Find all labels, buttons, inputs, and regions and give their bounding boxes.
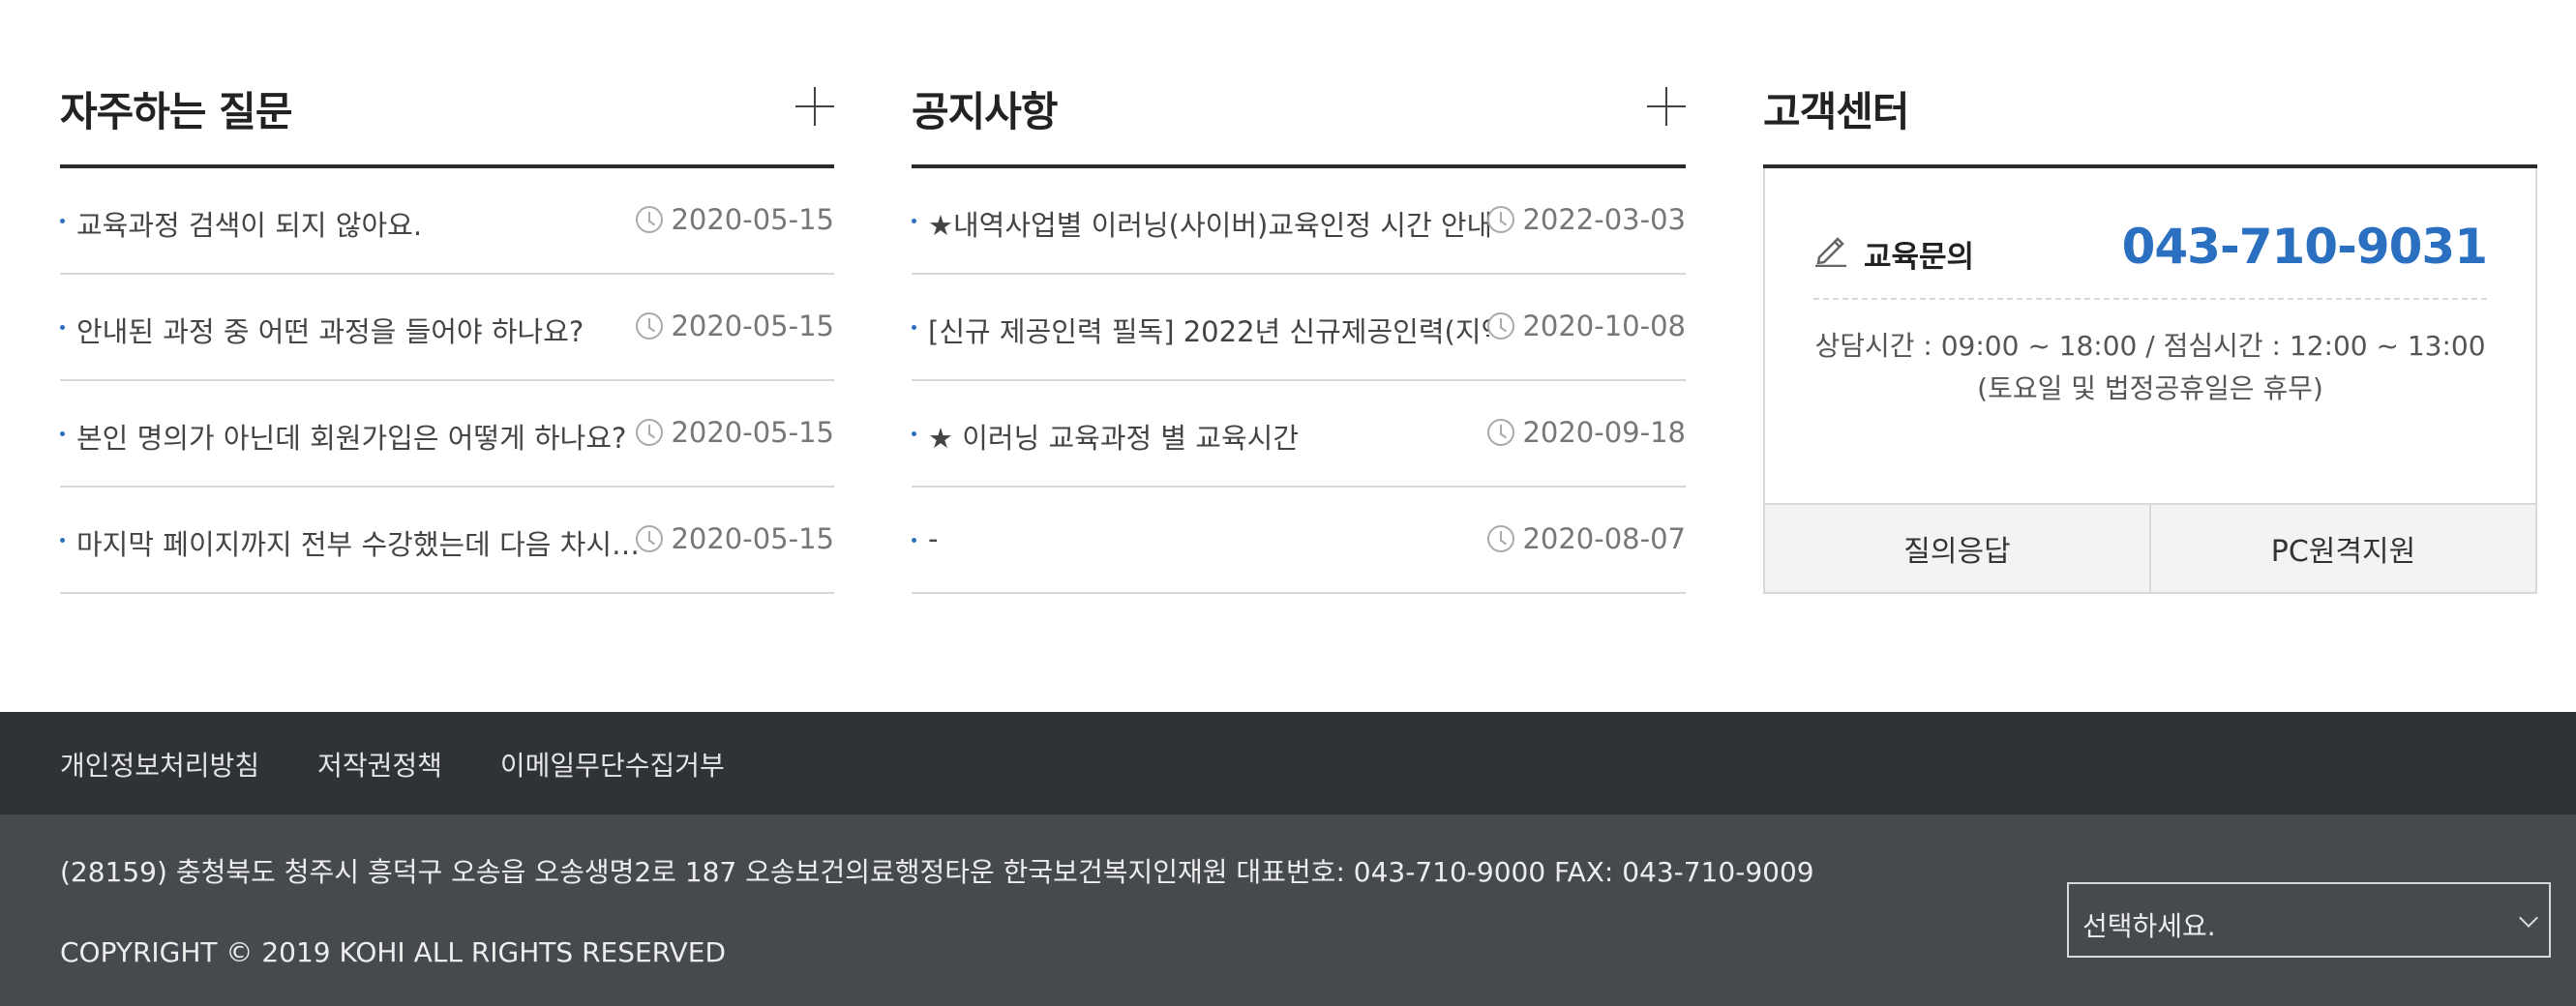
- clock-icon: [636, 206, 664, 233]
- notice-panel: 공지사항 ★내역사업별 이러닝(사이버)교육인정 시간 안내 2022-03-0…: [912, 68, 1686, 594]
- date-text: 2020-10-08: [1522, 310, 1686, 342]
- date-text: 2020-05-15: [671, 310, 834, 342]
- notice-list-item[interactable]: - 2020-08-07: [912, 488, 1686, 594]
- date-text: 2020-05-15: [671, 416, 834, 449]
- bullet-icon: [60, 538, 65, 543]
- footer-address: (28159) 충청북도 청주시 흥덕구 오송읍 오송생명2로 187 오송보건…: [60, 856, 1814, 888]
- clock-icon: [636, 419, 664, 446]
- notice-list-item[interactable]: [신규 제공인력 필독] 2022년 신규제공인력(지역사회서비스) 2020-…: [912, 275, 1686, 381]
- faq-header: 자주하는 질문: [60, 68, 834, 168]
- family-site-select[interactable]: 선택하세요.: [2067, 882, 2551, 958]
- consultation-hours: 상담시간 : 09:00 ~ 18:00 / 점심시간 : 12:00 ~ 13…: [1765, 325, 2535, 410]
- holiday-note: (토요일 및 법정공휴일은 휴무): [1977, 372, 2323, 404]
- notice-item-title[interactable]: [신규 제공인력 필독] 2022년 신규제공인력(지역사회서비스): [928, 310, 1489, 350]
- notice-header: 공지사항: [912, 68, 1686, 168]
- inquiry-label: 교육문의: [1864, 240, 1975, 275]
- date-text: 2020-05-15: [671, 203, 834, 236]
- chevron-down-icon: [2519, 908, 2538, 928]
- clock-icon: [1487, 525, 1515, 552]
- faq-item-title[interactable]: 마지막 페이지까지 전부 수강했는데 다음 차시로 넘어가지 않아요.: [76, 522, 647, 563]
- notice-list-item[interactable]: ★내역사업별 이러닝(사이버)교육인정 시간 안내 2022-03-03: [912, 168, 1686, 275]
- date-text: 2020-09-18: [1522, 416, 1686, 449]
- email-refusal-link[interactable]: 이메일무단수집거부: [500, 745, 725, 784]
- faq-item-date: 2020-05-15: [636, 203, 834, 236]
- faq-panel: 자주하는 질문 교육과정 검색이 되지 않아요. 2020-05-15 안내된 …: [60, 68, 834, 594]
- qna-button[interactable]: 질의응답: [1763, 505, 2151, 592]
- notice-title: 공지사항: [912, 88, 1059, 135]
- customer-center-buttons: 질의응답 PC원격지원: [1763, 503, 2537, 592]
- bullet-icon: [60, 219, 65, 223]
- bullet-icon: [912, 325, 916, 330]
- faq-list-item[interactable]: 교육과정 검색이 되지 않아요. 2020-05-15: [60, 168, 834, 275]
- notice-item-title[interactable]: -: [928, 522, 1489, 555]
- remote-support-button[interactable]: PC원격지원: [2151, 505, 2537, 592]
- faq-title: 자주하는 질문: [60, 88, 292, 135]
- faq-item-title[interactable]: 본인 명의가 아닌데 회원가입은 어떻게 하나요?: [76, 416, 647, 457]
- bullet-icon: [60, 325, 65, 330]
- faq-list-item[interactable]: 안내된 과정 중 어떤 과정을 들어야 하나요? 2020-05-15: [60, 275, 834, 381]
- customer-center-box: 교육문의 043-710-9031 상담시간 : 09:00 ~ 18:00 /…: [1763, 168, 2537, 594]
- bullet-icon: [912, 219, 916, 223]
- notice-item-date: 2020-09-18: [1487, 416, 1686, 449]
- footer-links: 개인정보처리방침 저작권정책 이메일무단수집거부: [60, 745, 725, 784]
- faq-list-item[interactable]: 본인 명의가 아닌데 회원가입은 어떻게 하나요? 2020-05-15: [60, 381, 834, 488]
- clock-icon: [1487, 312, 1515, 340]
- inquiry-contact: 교육문의 043-710-9031: [1813, 207, 2488, 300]
- bullet-icon: [912, 538, 916, 543]
- footer-info: (28159) 충청북도 청주시 흥덕구 오송읍 오송생명2로 187 오송보건…: [0, 814, 2576, 1006]
- faq-item-date: 2020-05-15: [636, 522, 834, 555]
- clock-icon: [636, 312, 664, 340]
- customer-center-title: 고객센터: [1763, 88, 1910, 135]
- bullet-icon: [60, 431, 65, 436]
- family-site-select-value: 선택하세요.: [2082, 910, 2216, 942]
- date-text: 2022-03-03: [1522, 203, 1686, 236]
- bullet-icon: [912, 431, 916, 436]
- notice-list-item[interactable]: ★ 이러닝 교육과정 별 교육시간 2020-09-18: [912, 381, 1686, 488]
- clock-icon: [1487, 206, 1515, 233]
- notice-item-date: 2020-08-07: [1487, 522, 1686, 555]
- faq-item-date: 2020-05-15: [636, 416, 834, 449]
- notice-item-date: 2022-03-03: [1487, 203, 1686, 236]
- faq-more-plus-icon[interactable]: [795, 87, 834, 126]
- notice-item-date: 2020-10-08: [1487, 310, 1686, 342]
- notice-more-plus-icon[interactable]: [1647, 87, 1686, 126]
- faq-item-title[interactable]: 교육과정 검색이 되지 않아요.: [76, 203, 647, 244]
- clock-icon: [1487, 419, 1515, 446]
- faq-item-date: 2020-05-15: [636, 310, 834, 342]
- pencil-icon: [1815, 237, 1846, 267]
- customer-center-panel: 고객센터 교육문의 043-710-9031 상담시간 : 09:00 ~ 18…: [1763, 68, 2537, 594]
- date-text: 2020-08-07: [1522, 522, 1686, 555]
- clock-icon: [636, 525, 664, 552]
- footer-copyright: COPYRIGHT © 2019 KOHI ALL RIGHTS RESERVE…: [60, 936, 727, 968]
- faq-list-item[interactable]: 마지막 페이지까지 전부 수강했는데 다음 차시로 넘어가지 않아요. 2020…: [60, 488, 834, 594]
- inquiry-phone: 043-710-9031: [2121, 219, 2488, 275]
- privacy-policy-link[interactable]: 개인정보처리방침: [60, 745, 259, 784]
- date-text: 2020-05-15: [671, 522, 834, 555]
- notice-item-title[interactable]: ★ 이러닝 교육과정 별 교육시간: [928, 416, 1489, 457]
- copyright-policy-link[interactable]: 저작권정책: [317, 745, 442, 784]
- board-section: 자주하는 질문 교육과정 검색이 되지 않아요. 2020-05-15 안내된 …: [0, 0, 2576, 712]
- notice-item-title[interactable]: ★내역사업별 이러닝(사이버)교육인정 시간 안내: [928, 203, 1489, 244]
- faq-item-title[interactable]: 안내된 과정 중 어떤 과정을 들어야 하나요?: [76, 310, 647, 350]
- customer-center-header: 고객센터: [1763, 68, 2537, 168]
- footer-nav: 개인정보처리방침 저작권정책 이메일무단수집거부: [0, 712, 2576, 814]
- hours-line: 상담시간 : 09:00 ~ 18:00 / 점심시간 : 12:00 ~ 13…: [1814, 330, 2486, 362]
